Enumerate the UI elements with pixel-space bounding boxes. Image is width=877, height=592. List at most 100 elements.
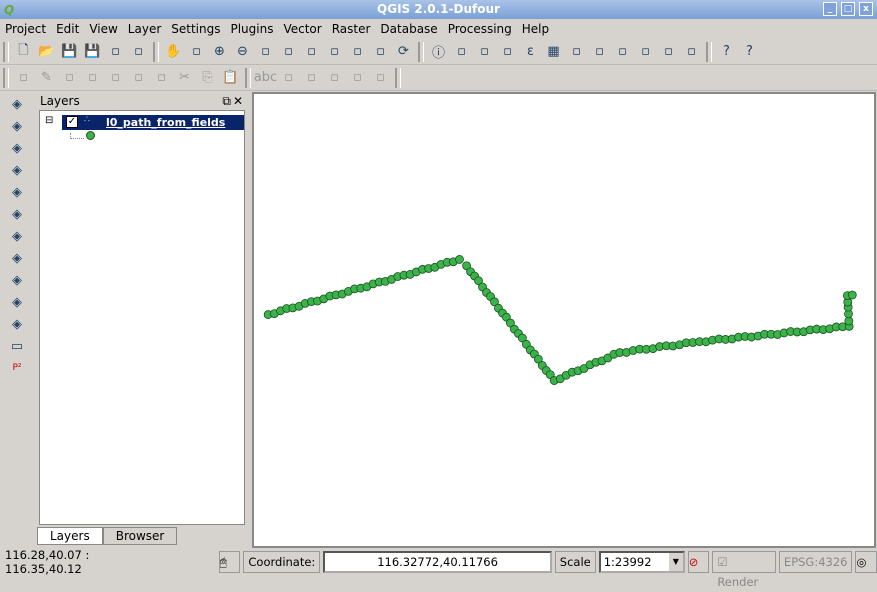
float-panel-icon[interactable]: ⧉ [222, 92, 231, 110]
zoom-full-icon[interactable]: ▫ [279, 42, 299, 62]
messages-icon[interactable]: ◎ [855, 551, 877, 573]
layer-tree: ⊟ l0_path_from_fields ✓ ∴ [39, 110, 245, 525]
paste-icon[interactable]: 📋 [221, 68, 241, 88]
form-annotation-icon[interactable]: ▫ [659, 42, 679, 62]
deselect-icon[interactable]: ▫ [498, 42, 518, 62]
annotation-icon[interactable]: ▫ [613, 42, 633, 62]
stop-render-icon[interactable]: ⊘ [687, 551, 710, 573]
render-checkbox[interactable]: ☑ Render [712, 551, 776, 589]
menu-view[interactable]: View [84, 19, 122, 39]
attribute-table-icon[interactable]: ▦ [544, 42, 564, 62]
add-vector-layer-icon[interactable]: ◈ [5, 94, 29, 114]
statistics-icon[interactable]: ▫ [567, 42, 587, 62]
show-hide-labels-icon[interactable]: ▫ [302, 68, 322, 88]
text-tool-icon[interactable]: ▫ [682, 42, 702, 62]
point-symbol-icon [86, 131, 95, 140]
zoom-last-icon[interactable]: ▫ [348, 42, 368, 62]
composer-manager-icon[interactable]: ▫ [129, 42, 149, 62]
chevron-down-icon[interactable]: ▼ [668, 553, 683, 571]
zoom-out-icon[interactable]: ⊖ [233, 42, 253, 62]
menu-layer[interactable]: Layer [123, 19, 166, 39]
menu-edit[interactable]: Edit [51, 19, 84, 39]
delete-selected-icon[interactable]: ▫ [152, 68, 172, 88]
map-svg[interactable] [254, 94, 874, 546]
tab-browser[interactable]: Browser [102, 527, 178, 545]
add-raster-layer-icon[interactable]: ◈ [5, 116, 29, 136]
menu-settings[interactable]: Settings [166, 19, 225, 39]
scale-label: Scale [554, 551, 596, 573]
add-wcs-layer-icon[interactable]: ◈ [5, 248, 29, 268]
add-delimited-text-layer-icon[interactable]: ◈ [5, 292, 29, 312]
add-mssql-layer-icon[interactable]: ◈ [5, 182, 29, 202]
menu-plugins[interactable]: Plugins [225, 19, 278, 39]
current-edits-icon[interactable]: ▫ [14, 68, 34, 88]
zoom-actual-icon[interactable]: ▫ [256, 42, 276, 62]
coordinate-input[interactable]: 116.32772,40.11766 [323, 551, 552, 573]
pin-labels-icon[interactable]: ▫ [279, 68, 299, 88]
whats-this-icon[interactable]: ? [740, 42, 760, 62]
zoom-next-icon[interactable]: ▫ [371, 42, 391, 62]
scale-combobox[interactable]: 1:23992 ▼ [598, 551, 685, 573]
change-label-icon[interactable]: ▫ [371, 68, 391, 88]
label-icon[interactable]: abc [254, 68, 277, 88]
map-canvas[interactable] [252, 92, 876, 548]
pan-icon[interactable]: ✋ [164, 42, 184, 62]
copy-icon[interactable]: ⎘ [198, 68, 218, 88]
crs-button[interactable]: EPSG:4326 [778, 551, 853, 573]
toggle-editing-icon[interactable]: ✎ [37, 68, 57, 88]
plugin-p2-icon[interactable]: P² [5, 358, 29, 378]
menu-project[interactable]: Project [0, 19, 51, 39]
save-edits-icon[interactable]: ▫ [60, 68, 80, 88]
maximize-button[interactable]: □ [841, 2, 855, 16]
menu-vector[interactable]: Vector [278, 19, 326, 39]
cut-icon[interactable]: ✂ [175, 68, 195, 88]
toolbar-handle[interactable] [418, 41, 424, 62]
add-wfs-layer-icon[interactable]: ◈ [5, 270, 29, 290]
menu-database[interactable]: Database [375, 19, 442, 39]
node-tool-icon[interactable]: ▫ [129, 68, 149, 88]
menu-processing[interactable]: Processing [443, 19, 517, 39]
layer-visibility-checkbox[interactable]: ✓ [66, 116, 78, 128]
menu-help[interactable]: Help [517, 19, 554, 39]
measure-icon[interactable]: ▫ [590, 42, 610, 62]
new-project-icon[interactable]: 🗋 [14, 42, 34, 62]
close-panel-icon[interactable]: ✕ [233, 92, 243, 110]
move-label-icon[interactable]: ▫ [325, 68, 345, 88]
zoom-in-icon[interactable]: ⊕ [210, 42, 230, 62]
toolbar-handle[interactable] [153, 41, 159, 62]
save-project-icon[interactable]: 💾 [60, 42, 80, 62]
toolbar-handle[interactable] [395, 67, 401, 88]
zoom-to-selection-icon[interactable]: ▫ [302, 42, 322, 62]
rotate-label-icon[interactable]: ▫ [348, 68, 368, 88]
open-project-icon[interactable]: 📂 [37, 42, 57, 62]
identify-icon[interactable]: ⓘ [429, 42, 449, 62]
toolbar-handle[interactable] [3, 41, 9, 62]
add-wms-layer-icon[interactable]: ◈ [5, 226, 29, 246]
move-feature-icon[interactable]: ▫ [106, 68, 126, 88]
refresh-icon[interactable]: ⟳ [394, 42, 414, 62]
toolbar-handle[interactable] [3, 67, 9, 88]
menu-raster[interactable]: Raster [327, 19, 376, 39]
add-oracle-layer-icon[interactable]: ◈ [5, 204, 29, 224]
pan-to-selection-icon[interactable]: ▫ [187, 42, 207, 62]
add-feature-icon[interactable]: ▫ [83, 68, 103, 88]
zoom-to-layer-icon[interactable]: ▫ [325, 42, 345, 62]
remove-layer-icon[interactable]: ▭ [5, 336, 29, 356]
new-print-composer-icon[interactable]: ▫ [106, 42, 126, 62]
toolbar-handle[interactable] [245, 67, 251, 88]
save-as-icon[interactable]: 💾 [83, 42, 103, 62]
expression-select-icon[interactable]: ε [521, 42, 541, 62]
close-button[interactable]: x [859, 2, 873, 16]
tab-layers[interactable]: Layers [37, 527, 103, 545]
toolbar-handle[interactable] [706, 41, 712, 62]
help-icon[interactable]: ? [717, 42, 737, 62]
add-spatialite-layer-icon[interactable]: ◈ [5, 160, 29, 180]
text-annotation-icon[interactable]: ▫ [636, 42, 656, 62]
minimize-button[interactable]: _ [823, 2, 837, 16]
add-postgis-layer-icon[interactable]: ◈ [5, 138, 29, 158]
action-icon[interactable]: ▫ [452, 42, 472, 62]
collapse-icon[interactable]: ⊟ [45, 115, 53, 126]
new-shapefile-layer-icon[interactable]: ◈ [5, 314, 29, 334]
select-icon[interactable]: ▫ [475, 42, 495, 62]
toggle-extents-icon[interactable]: 🖱 [218, 551, 241, 573]
